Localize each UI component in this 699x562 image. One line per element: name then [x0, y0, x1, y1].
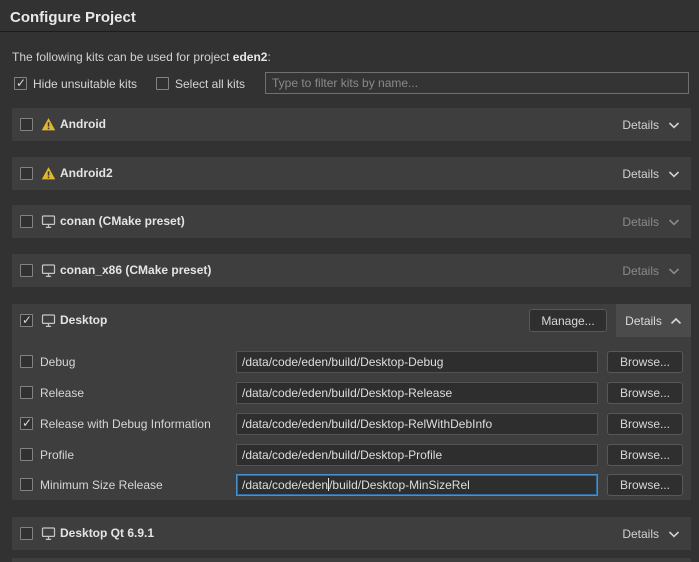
details-toggle[interactable]: Details [622, 205, 680, 238]
kit-checkbox[interactable] [20, 167, 33, 180]
build-dir-input[interactable]: /data/code/eden/build/Desktop-Debug [236, 351, 598, 373]
browse-button[interactable]: Browse... [607, 413, 683, 435]
select-all-kits-label[interactable]: Select all kits [175, 77, 245, 91]
desktop-icon [41, 526, 56, 541]
select-all-kits-checkbox[interactable] [156, 77, 169, 90]
chevron-down-icon [668, 170, 680, 178]
desktop-icon [41, 313, 56, 328]
details-toggle[interactable]: Details [622, 108, 680, 141]
warning-icon [41, 166, 56, 181]
browse-button[interactable]: Browse... [607, 444, 683, 466]
build-dir-value: /data/code/eden [242, 478, 328, 492]
build-dir-input-focused[interactable]: /data/code/eden/build/Desktop-MinSizeRel [236, 474, 598, 496]
kit-name: Desktop [60, 313, 107, 327]
build-dir-value: /data/code/eden/build/Desktop-Debug [242, 355, 443, 369]
build-config-checkbox[interactable] [20, 386, 33, 399]
details-toggle[interactable]: Details [616, 304, 691, 337]
title-separator [0, 31, 699, 32]
kit-row-conan[interactable]: conan (CMake preset) Details [12, 205, 691, 238]
build-config-row-relwithdebinfo: Release with Debug Information /data/cod… [12, 413, 691, 435]
chevron-down-icon [668, 218, 680, 226]
build-config-checkbox[interactable] [20, 355, 33, 368]
details-label: Details [622, 527, 659, 541]
kit-name: conan (CMake preset) [60, 214, 185, 228]
build-config-checkbox[interactable] [20, 417, 33, 430]
chevron-down-icon [668, 267, 680, 275]
kits-description-suffix: : [267, 50, 270, 64]
kit-name: conan_x86 (CMake preset) [60, 263, 211, 277]
desktop-icon [41, 214, 56, 229]
build-dir-value: /build/Desktop-MinSizeRel [329, 478, 470, 492]
kit-panel-desktop: Desktop Manage... Details Debug /data/co… [12, 304, 691, 500]
browse-button[interactable]: Browse... [607, 382, 683, 404]
manage-button[interactable]: Manage... [529, 309, 607, 332]
details-label: Details [622, 167, 659, 181]
warning-icon [41, 117, 56, 132]
kits-description-prefix: The following kits can be used for proje… [12, 50, 233, 64]
build-config-label: Debug [40, 355, 75, 369]
build-config-label: Release [40, 386, 84, 400]
details-toggle[interactable]: Details [622, 254, 680, 287]
page-title: Configure Project [10, 9, 136, 26]
build-dir-input[interactable]: /data/code/eden/build/Desktop-RelWithDeb… [236, 413, 598, 435]
details-label: Details [622, 264, 659, 278]
build-dir-value: /data/code/eden/build/Desktop-Profile [242, 448, 442, 462]
kit-row-android[interactable]: Android Details [12, 108, 691, 141]
kit-checkbox[interactable] [20, 215, 33, 228]
build-config-checkbox[interactable] [20, 448, 33, 461]
kit-checkbox[interactable] [20, 314, 33, 327]
chevron-down-icon [668, 121, 680, 129]
details-label: Details [622, 215, 659, 229]
kits-description: The following kits can be used for proje… [12, 50, 271, 64]
build-config-label: Profile [40, 448, 74, 462]
kit-name: Desktop Qt 6.9.1 [60, 526, 154, 540]
kit-checkbox[interactable] [20, 118, 33, 131]
details-label: Details [622, 118, 659, 132]
browse-button[interactable]: Browse... [607, 351, 683, 373]
build-config-checkbox[interactable] [20, 478, 33, 491]
kit-filter-input[interactable] [265, 72, 689, 94]
details-toggle[interactable]: Details [622, 517, 680, 550]
build-config-row-minsizerel: Minimum Size Release /data/code/eden/bui… [12, 474, 691, 496]
desktop-icon [41, 263, 56, 278]
hide-unsuitable-kits-label[interactable]: Hide unsuitable kits [33, 77, 137, 91]
build-config-row-profile: Profile /data/code/eden/build/Desktop-Pr… [12, 444, 691, 466]
kit-row-android2[interactable]: Android2 Details [12, 157, 691, 190]
hide-unsuitable-kits-checkbox[interactable] [14, 77, 27, 90]
kit-row-conan-x86[interactable]: conan_x86 (CMake preset) Details [12, 254, 691, 287]
kit-checkbox[interactable] [20, 527, 33, 540]
chevron-down-icon [668, 530, 680, 538]
next-kit-row-partial [12, 558, 691, 562]
build-dir-value: /data/code/eden/build/Desktop-Release [242, 386, 452, 400]
kit-checkbox[interactable] [20, 264, 33, 277]
kit-name: Android [60, 117, 106, 131]
chevron-up-icon [670, 317, 682, 325]
kit-name: Android2 [60, 166, 113, 180]
project-name: eden2 [233, 50, 268, 64]
details-toggle[interactable]: Details [622, 157, 680, 190]
build-config-label: Release with Debug Information [40, 417, 211, 431]
browse-button[interactable]: Browse... [607, 474, 683, 496]
build-config-row-release: Release /data/code/eden/build/Desktop-Re… [12, 382, 691, 404]
build-config-label: Minimum Size Release [40, 478, 163, 492]
build-dir-input[interactable]: /data/code/eden/build/Desktop-Release [236, 382, 598, 404]
build-dir-value: /data/code/eden/build/Desktop-RelWithDeb… [242, 417, 492, 431]
build-config-row-debug: Debug /data/code/eden/build/Desktop-Debu… [12, 351, 691, 373]
kit-row-desktop-qt[interactable]: Desktop Qt 6.9.1 Details [12, 517, 691, 550]
build-dir-input[interactable]: /data/code/eden/build/Desktop-Profile [236, 444, 598, 466]
details-label: Details [625, 314, 662, 328]
